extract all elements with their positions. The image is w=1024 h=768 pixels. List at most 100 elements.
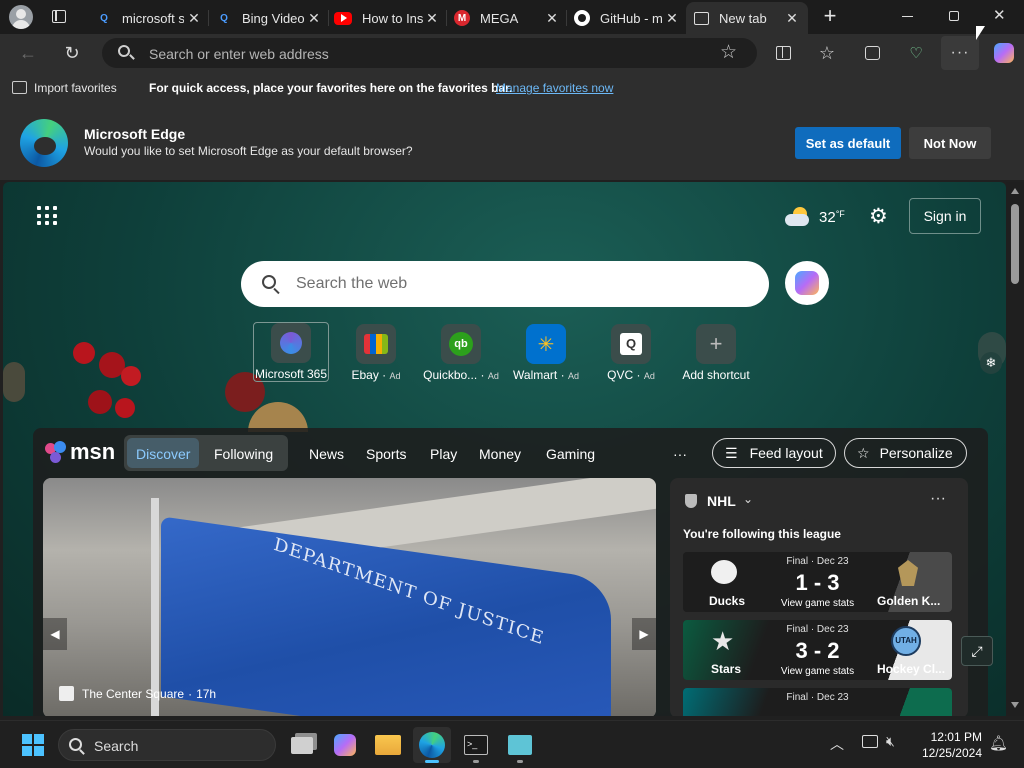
web-search-box[interactable]: Search the web xyxy=(241,261,769,307)
card-more-icon[interactable]: ··· xyxy=(930,490,946,508)
microsoft-365-icon xyxy=(271,323,311,363)
tab-3[interactable]: How to Ins ✕ xyxy=(334,4,440,32)
not-now-button[interactable]: Not Now xyxy=(909,127,991,159)
feed-layout-button[interactable]: ☰ Feed layout xyxy=(712,438,836,468)
address-bar[interactable]: Search or enter web address ☆ xyxy=(102,38,757,68)
tab-6-active[interactable]: New tab ✕ xyxy=(686,2,808,34)
page-scrollbar[interactable] xyxy=(1006,182,1024,716)
nav-sports[interactable]: Sports xyxy=(366,446,406,462)
close-icon[interactable]: ✕ xyxy=(186,10,202,27)
start-button[interactable] xyxy=(14,727,52,763)
refresh-icon[interactable]: ↻ xyxy=(57,38,87,68)
manage-favorites-link[interactable]: Manage favorites now xyxy=(496,81,613,95)
shortcut-ebay[interactable]: Ebay · Ad xyxy=(338,324,414,382)
restore-button[interactable] xyxy=(949,11,959,21)
close-icon[interactable]: ✕ xyxy=(784,10,800,27)
shortcut-microsoft-365[interactable]: Microsoft 365 xyxy=(253,322,329,382)
game-card-1[interactable]: Ducks Final · Dec 23 1 - 3 View game sta… xyxy=(683,552,952,612)
tab-2[interactable]: Q Bing Video ✕ xyxy=(216,4,322,32)
copilot-icon xyxy=(795,271,819,295)
nav-following[interactable]: Following xyxy=(214,446,273,462)
volume-muted-icon[interactable]: 🔇︎ xyxy=(886,733,895,750)
scroll-thumb[interactable] xyxy=(1011,204,1019,284)
tab-actions-icon[interactable] xyxy=(52,10,66,23)
shortcut-walmart[interactable]: ✳ Walmart · Ad xyxy=(508,324,584,382)
ad-badge: Ad xyxy=(643,371,655,381)
ad-badge: Ad xyxy=(487,371,499,381)
add-shortcut-button[interactable]: + Add shortcut xyxy=(678,324,754,382)
browser-essentials-icon[interactable]: ♡ xyxy=(901,38,931,68)
chevron-down-icon[interactable]: ⌄ xyxy=(743,492,753,506)
close-icon[interactable]: ✕ xyxy=(664,10,680,27)
favorite-star-icon[interactable]: ☆ xyxy=(720,41,737,64)
copilot-icon xyxy=(334,734,356,756)
nav-more[interactable]: ··· xyxy=(673,446,687,462)
copilot-button[interactable] xyxy=(785,261,829,305)
address-input[interactable]: Search or enter web address xyxy=(149,46,329,62)
msn-logo[interactable]: msn xyxy=(45,438,115,466)
scroll-up-arrow[interactable] xyxy=(1011,188,1019,194)
apps-launcher-icon[interactable] xyxy=(37,206,57,226)
nav-news[interactable]: News xyxy=(309,446,344,462)
prev-arrow-icon[interactable]: ◀ xyxy=(43,618,67,650)
taskbar-terminal[interactable]: >_ xyxy=(457,727,495,763)
close-icon[interactable]: ✕ xyxy=(306,10,322,27)
settings-gear-icon[interactable]: ⚙ xyxy=(869,204,888,229)
minimize-button[interactable] xyxy=(902,16,913,17)
windows-logo-icon xyxy=(22,734,44,756)
favorites-icon[interactable]: ☆ xyxy=(812,38,842,68)
temperature-unit: °F xyxy=(835,209,845,219)
msn-butterfly-icon xyxy=(45,441,67,463)
taskbar-app[interactable] xyxy=(501,727,539,763)
task-view-button[interactable] xyxy=(283,727,321,763)
taskbar-edge[interactable] xyxy=(413,727,451,763)
taskbar-search[interactable]: Search xyxy=(58,729,276,761)
notifications-bell-icon[interactable]: 🔔︎ xyxy=(989,734,1008,752)
back-icon[interactable]: ← xyxy=(13,38,43,68)
tray-overflow-icon[interactable]: ︿ xyxy=(830,734,844,754)
tab-strip: Q microsoft s ✕ Q Bing Video ✕ How to In… xyxy=(0,0,1024,34)
rdp-icon xyxy=(508,735,532,755)
nav-discover[interactable]: Discover xyxy=(136,446,190,462)
profile-avatar[interactable] xyxy=(9,5,33,29)
snow-effect-icon[interactable]: ❄ xyxy=(980,352,1002,374)
nav-money[interactable]: Money xyxy=(479,446,521,462)
tab-label: New tab xyxy=(719,10,767,26)
expand-icon[interactable]: ⤢ xyxy=(961,636,993,666)
tab-4[interactable]: M MEGA ✕ xyxy=(454,4,560,32)
taskbar-file-explorer[interactable] xyxy=(369,727,407,763)
nav-play[interactable]: Play xyxy=(430,446,457,462)
next-arrow-icon[interactable]: ▶ xyxy=(632,618,656,650)
shortcut-label: Microsoft 365 xyxy=(254,367,328,381)
sign-in-button[interactable]: Sign in xyxy=(909,198,981,234)
split-screen-icon[interactable] xyxy=(768,38,798,68)
shortcut-label: Walmart xyxy=(513,368,558,382)
shortcut-qvc[interactable]: Q QVC · Ad xyxy=(593,324,669,382)
more-menu-icon[interactable]: ··· xyxy=(941,36,979,70)
game-card-3[interactable]: Final · Dec 23 xyxy=(683,688,952,716)
mouse-cursor xyxy=(976,26,985,40)
web-search-input[interactable]: Search the web xyxy=(296,275,407,293)
taskbar-copilot[interactable] xyxy=(326,727,364,763)
import-favorites-button[interactable]: Import favorites xyxy=(34,81,117,95)
hero-story-card[interactable]: DEPARTMENT OF JUSTICE ◀ ▶ The Center Squ… xyxy=(43,478,656,716)
tab-1[interactable]: Q microsoft s ✕ xyxy=(96,4,202,32)
close-window-button[interactable]: ✕ xyxy=(993,6,1009,26)
copilot-icon[interactable] xyxy=(989,38,1019,68)
tab-5[interactable]: GitHub - m ✕ xyxy=(574,4,680,32)
set-as-default-button[interactable]: Set as default xyxy=(795,127,901,159)
close-icon[interactable]: ✕ xyxy=(544,10,560,27)
personalize-button[interactable]: ☆ Personalize xyxy=(844,438,967,468)
close-icon[interactable]: ✕ xyxy=(424,10,440,27)
bing-search-icon: Q xyxy=(220,12,228,24)
new-tab-button[interactable]: + xyxy=(818,4,842,28)
scroll-down-arrow[interactable] xyxy=(1011,702,1019,708)
collections-icon[interactable] xyxy=(857,38,887,68)
nav-gaming[interactable]: Gaming xyxy=(546,446,595,462)
clock[interactable]: 12:01 PM 12/25/2024 xyxy=(912,729,982,761)
game-card-2[interactable]: ★ Stars Final · Dec 23 3 - 2 View game s… xyxy=(683,620,952,680)
weather-widget[interactable]: 32 °F xyxy=(785,204,845,230)
network-icon[interactable] xyxy=(862,735,878,748)
shortcut-quickbooks[interactable]: qb Quickbo... · Ad xyxy=(423,324,499,382)
nhl-title[interactable]: NHL xyxy=(707,493,736,509)
